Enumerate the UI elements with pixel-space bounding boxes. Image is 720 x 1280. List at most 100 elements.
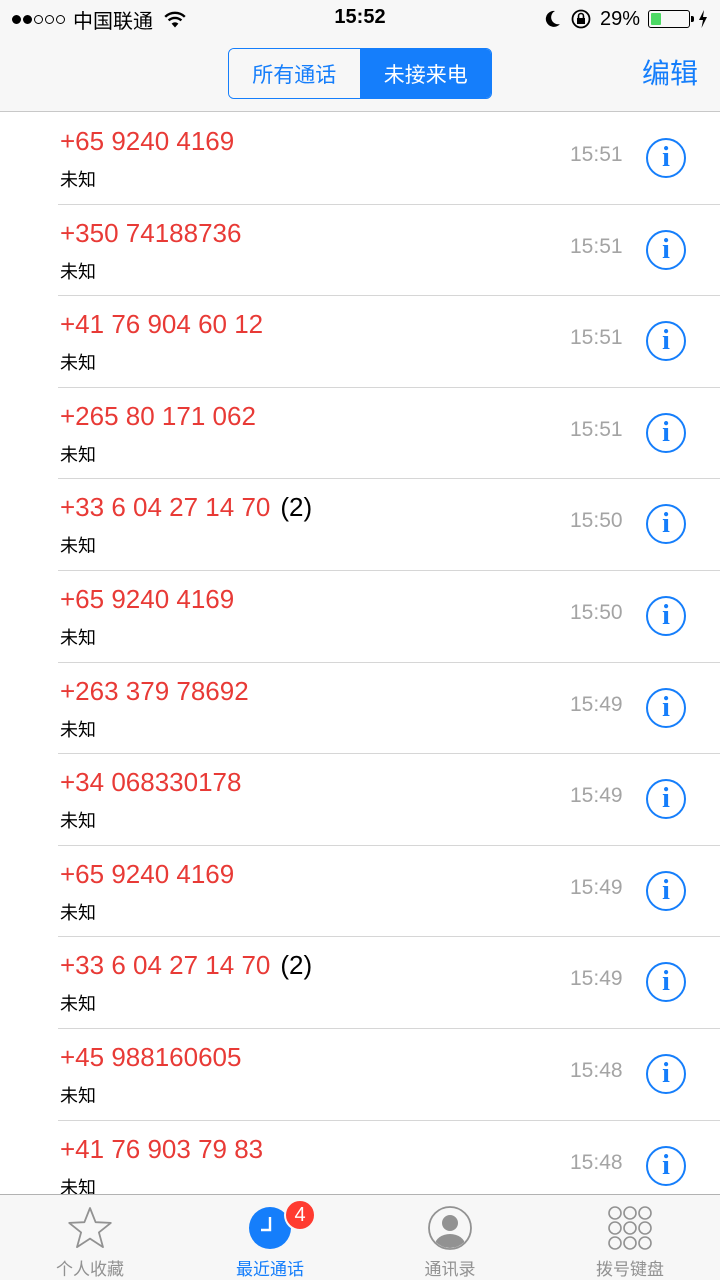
info-icon[interactable]: i [646, 504, 686, 545]
call-time: 15:48 [570, 1150, 623, 1174]
info-icon[interactable]: i [646, 595, 686, 636]
caller-number-text: +65 9240 4169 [60, 583, 235, 614]
caller-number-text: +350 74188736 [60, 217, 242, 248]
tab-label: 通讯录 [424, 1260, 476, 1280]
info-icon[interactable]: i [646, 1145, 686, 1186]
info-icon[interactable]: i [646, 1053, 686, 1094]
segment-all-calls[interactable]: 所有通话 [229, 49, 361, 98]
caller-number-text: +33 6 04 27 14 70 [60, 950, 271, 981]
caller-label: 未知 [60, 627, 96, 649]
caller-label: 未知 [60, 994, 96, 1016]
caller-number: +263 379 78692 [60, 676, 249, 707]
call-time: 15:51 [570, 417, 623, 441]
status-bar: 中国联通 15:52 29% [0, 0, 720, 40]
info-icon[interactable]: i [646, 779, 686, 820]
caller-number: +41 76 904 60 12 [60, 309, 263, 340]
call-row[interactable]: +350 74188736 未知 15:51 i [58, 205, 720, 297]
caller-label: 未知 [60, 353, 96, 375]
info-icon[interactable]: i [646, 229, 686, 270]
call-row[interactable]: +65 9240 4169 未知 15:49 i [58, 846, 720, 938]
call-time: 15:50 [570, 509, 623, 533]
call-time: 15:51 [570, 234, 623, 258]
tab-contacts[interactable]: 通讯录 [360, 1195, 540, 1280]
tab-bar: 个人收藏 4 最近通话 通讯录 拨号键盘 [0, 1194, 720, 1280]
call-time: 15:51 [570, 143, 623, 166]
call-row[interactable]: +263 379 78692 未知 15:49 i [58, 663, 720, 755]
orientation-lock-icon [571, 9, 591, 29]
star-icon [67, 1205, 113, 1251]
call-row[interactable]: +65 9240 4169 未知 15:50 i [58, 571, 720, 663]
contacts-icon [427, 1205, 473, 1251]
caller-label: 未知 [60, 719, 96, 741]
caller-number: +45 988160605 [60, 1042, 241, 1073]
caller-number-text: +65 9240 4169 [60, 126, 235, 156]
call-row[interactable]: +33 6 04 27 14 70 (2) 未知 15:50 i [58, 479, 720, 571]
tab-label: 拨号键盘 [596, 1260, 664, 1280]
caller-number-text: +263 379 78692 [60, 675, 249, 706]
caller-number: +65 9240 4169 [60, 859, 234, 890]
call-count: (2) [280, 950, 313, 981]
call-count: (2) [280, 492, 313, 523]
navigation-bar: 所有通话 未接来电 编辑 [0, 40, 720, 112]
call-row[interactable]: +41 76 903 79 83 未知 15:48 i [58, 1121, 720, 1194]
caller-label: 未知 [60, 444, 96, 466]
call-time: 15:50 [570, 600, 623, 624]
caller-label: 未知 [60, 536, 96, 558]
caller-number: +65 9240 4169 [60, 126, 234, 157]
status-right: 29% [544, 6, 708, 32]
call-row[interactable]: +265 80 171 062 未知 15:51 i [58, 388, 720, 480]
caller-number: +41 76 903 79 83 [60, 1134, 263, 1165]
call-filter-segmented-control: 所有通话 未接来电 [228, 48, 492, 99]
call-row[interactable]: +65 9240 4169 未知 15:51 i [58, 113, 720, 205]
call-time: 15:49 [570, 967, 623, 991]
moon-icon [545, 10, 560, 27]
tab-favorites[interactable]: 个人收藏 [0, 1195, 180, 1280]
tab-keypad[interactable]: 拨号键盘 [540, 1195, 720, 1280]
caller-label: 未知 [60, 170, 96, 191]
call-row[interactable]: +41 76 904 60 12 未知 15:51 i [58, 296, 720, 388]
segment-missed-calls[interactable]: 未接来电 [360, 49, 491, 98]
charging-icon [699, 10, 707, 28]
caller-label: 未知 [60, 261, 96, 283]
battery-percent: 29% [599, 7, 640, 30]
caller-number-text: +33 6 04 27 14 70 [60, 492, 271, 523]
call-row[interactable]: +34 068330178 未知 15:49 i [58, 754, 720, 846]
edit-button[interactable]: 编辑 [642, 52, 698, 92]
caller-number-text: +45 988160605 [60, 1041, 242, 1072]
info-icon[interactable]: i [646, 962, 686, 1003]
call-row[interactable]: +45 988160605 未知 15:48 i [58, 1029, 720, 1121]
recents-badge: 4 [284, 1199, 316, 1231]
caller-label: 未知 [60, 1177, 96, 1194]
tab-label: 个人收藏 [56, 1260, 124, 1280]
caller-label: 未知 [60, 1085, 96, 1107]
call-row[interactable]: +33 6 04 27 14 70 (2) 未知 15:49 i [58, 937, 720, 1029]
caller-number: +350 74188736 [60, 218, 241, 249]
caller-number-text: +41 76 904 60 12 [60, 309, 264, 340]
call-time: 15:48 [570, 1058, 623, 1082]
info-icon[interactable]: i [646, 412, 686, 453]
battery-level [651, 13, 662, 25]
keypad-icon [607, 1205, 653, 1251]
tab-label: 最近通话 [236, 1260, 304, 1280]
caller-number: +265 80 171 062 [60, 401, 256, 432]
call-time: 15:49 [570, 875, 623, 899]
caller-number-text: +65 9240 4169 [60, 858, 235, 889]
caller-number-text: +34 068330178 [60, 767, 242, 798]
caller-number: +65 9240 4169 [60, 584, 234, 615]
missed-calls-list: +65 9240 4169 未知 15:51 i +350 74188736 未知 15:5… [0, 113, 720, 1194]
info-icon[interactable]: i [646, 687, 686, 728]
info-icon[interactable]: i [646, 138, 686, 178]
info-icon[interactable]: i [646, 321, 686, 362]
caller-number: +33 6 04 27 14 70 (2) [60, 492, 312, 523]
caller-number-text: +265 80 171 062 [60, 400, 256, 431]
call-time: 15:51 [570, 326, 623, 350]
tab-recents[interactable]: 4 最近通话 [180, 1195, 360, 1280]
caller-number-text: +41 76 903 79 83 [60, 1133, 264, 1164]
battery-icon [648, 10, 694, 28]
caller-number: +33 6 04 27 14 70 (2) [60, 950, 312, 981]
caller-label: 未知 [60, 902, 96, 924]
info-icon[interactable]: i [646, 870, 686, 911]
caller-number: +34 068330178 [60, 767, 241, 798]
call-time: 15:49 [570, 784, 623, 808]
caller-label: 未知 [60, 811, 96, 833]
